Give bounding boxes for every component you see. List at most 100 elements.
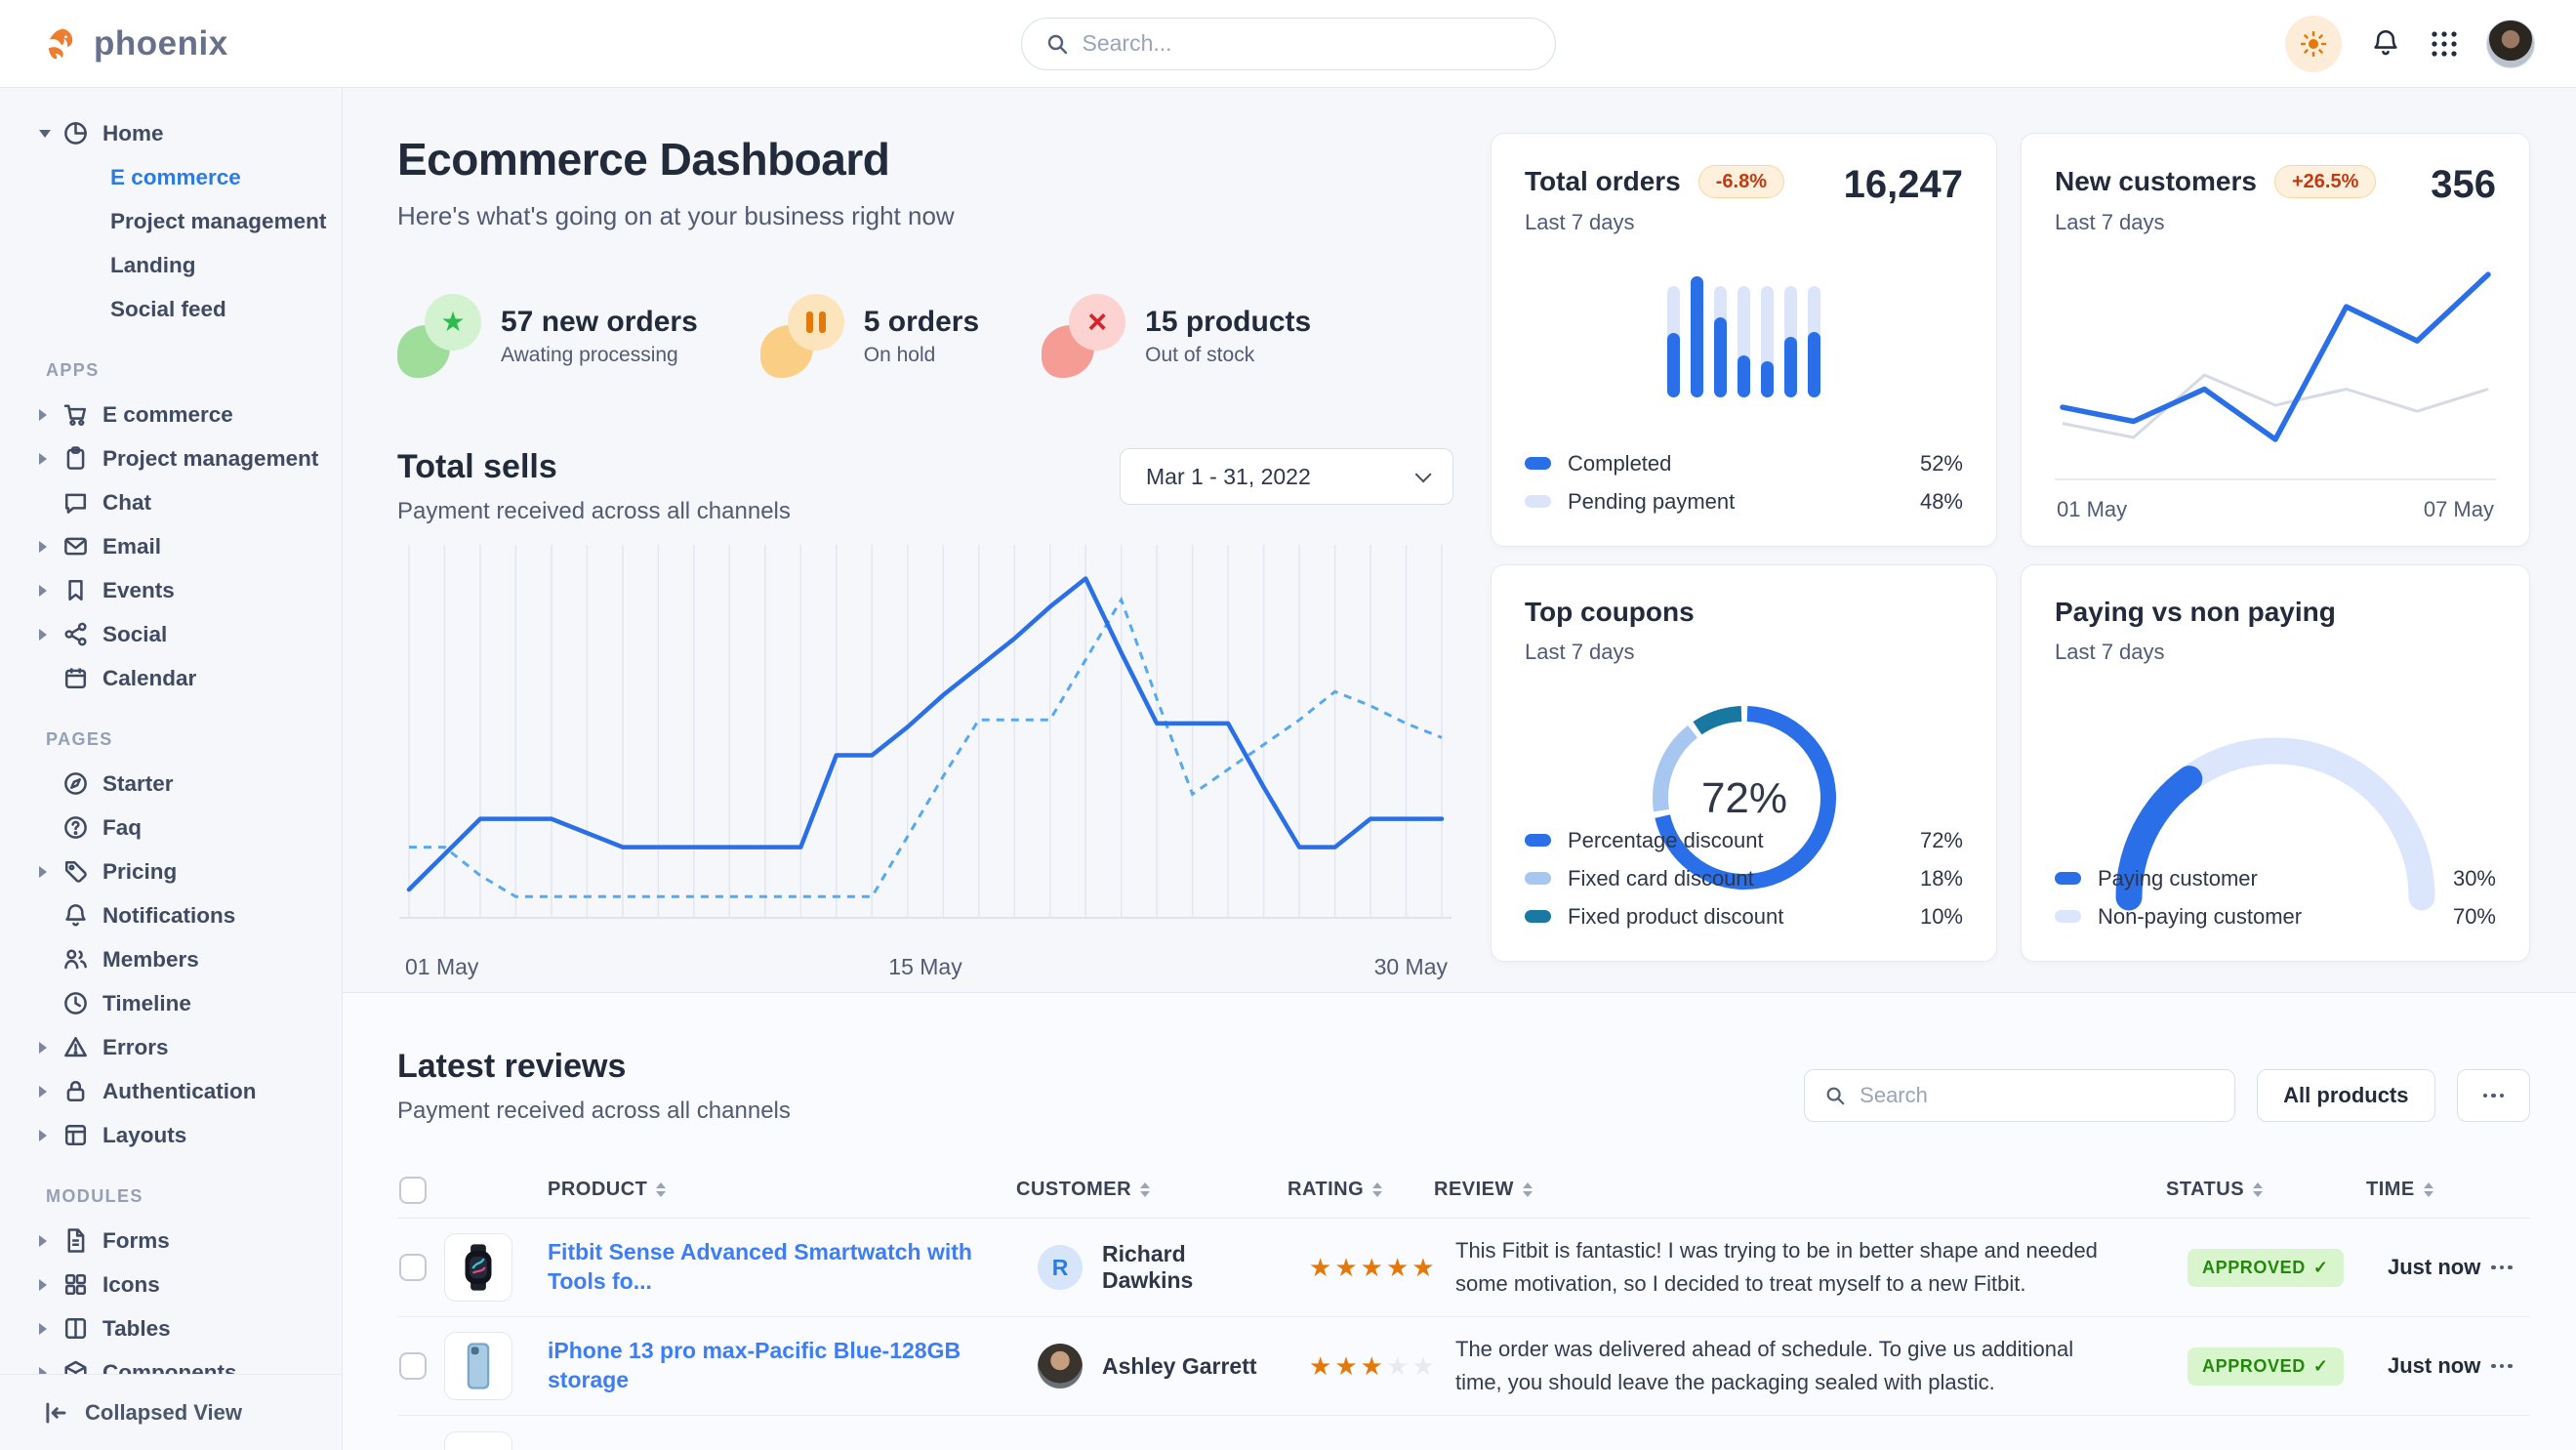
pie-chart-icon [62, 120, 89, 146]
select-all-checkbox[interactable] [399, 1177, 427, 1204]
cart-icon [62, 401, 89, 428]
product-link[interactable]: iPhone 13 pro max-Pacific Blue-128GB sto… [540, 1337, 1008, 1395]
sidebar-item-home[interactable]: Home [0, 111, 342, 155]
customer-avatar[interactable]: R [1038, 1245, 1083, 1290]
chevron-down-icon [39, 130, 62, 138]
sidebar-item-faq[interactable]: Faq [0, 806, 342, 849]
coupons-legend: Percentage discount72%Fixed card discoun… [1525, 821, 1963, 935]
customer-name: Richard Dawkins [1102, 1241, 1280, 1294]
product-image-cell [444, 1332, 540, 1400]
sidebar-item-calendar[interactable]: Calendar [0, 656, 342, 700]
sidebar-item-chat[interactable]: Chat [0, 480, 342, 524]
reviews-search[interactable] [1804, 1069, 2235, 1122]
cross-icon: × [1069, 294, 1125, 351]
chevron-right-icon [39, 1367, 62, 1375]
question-icon [62, 814, 89, 841]
column-header-rating[interactable]: RATING [1280, 1179, 1426, 1201]
legend-value: 48% [1920, 489, 1963, 515]
stat-icon [760, 294, 844, 378]
sidebar-item-pricing[interactable]: Pricing [0, 849, 342, 893]
sidebar-item-authentication[interactable]: Authentication [0, 1069, 342, 1113]
total-sells-chart: 01 May15 May30 May [397, 539, 1453, 980]
svg-text:01 May: 01 May [405, 954, 479, 979]
total-orders-card: Total orders -6.8% Last 7 days 16,247 Co… [1491, 133, 1997, 547]
global-search[interactable] [1021, 18, 1556, 70]
collapse-view-button[interactable]: Collapsed View [0, 1374, 342, 1450]
brand-logo[interactable]: phoenix [41, 24, 228, 63]
legend-label: Percentage discount [1568, 828, 1764, 853]
new-customers-value: 356 [2431, 163, 2496, 207]
chevron-right-icon [39, 409, 62, 421]
time-cell: Just now [2358, 1353, 2491, 1379]
status-label: APPROVED [2202, 1258, 2306, 1278]
sidebar-subitem-landing[interactable]: Landing [0, 243, 342, 287]
sidebar-item-label: Pricing [102, 859, 177, 885]
sidebar-item-email[interactable]: Email [0, 524, 342, 568]
paying-legend: Paying customer30%Non-paying customer70% [2055, 859, 2496, 935]
chevron-right-icon [39, 1042, 62, 1054]
column-header-product[interactable]: PRODUCT [540, 1179, 1008, 1201]
total-sells-title: Total sells [397, 448, 791, 486]
stat-text: 57 new ordersAwating processing [501, 306, 698, 367]
chevron-right-icon [39, 453, 62, 465]
sidebar-item-notifications[interactable]: Notifications [0, 893, 342, 937]
search-input[interactable] [1083, 30, 1532, 57]
row-checkbox[interactable] [399, 1352, 427, 1380]
stat-caption: On hold [864, 344, 979, 367]
reviews-search-input[interactable] [1860, 1083, 2215, 1108]
column-header-customer[interactable]: CUSTOMER [1008, 1179, 1280, 1201]
status-label: APPROVED [2202, 1356, 2306, 1377]
column-header-review[interactable]: REVIEW [1426, 1179, 2158, 1201]
sidebar-item-label: Project management [102, 446, 318, 472]
sidebar-item-label: Members [102, 947, 199, 973]
sidebar-item-starter[interactable]: Starter [0, 762, 342, 806]
product-link[interactable]: Fitbit Sense Advanced Smartwatch with To… [540, 1238, 1008, 1297]
row-menu-button[interactable] [2491, 1364, 2530, 1369]
orders-bar-chart [1525, 274, 1963, 397]
customer-avatar[interactable] [1038, 1344, 1083, 1388]
legend-value: 52% [1920, 451, 1963, 476]
orders-legend-item: Completed52% [1525, 444, 1963, 482]
top-coupons-card: Top coupons Last 7 days 72% Percentage d… [1491, 564, 1997, 962]
svg-text:30 May: 30 May [1374, 954, 1449, 979]
layout-icon [62, 1122, 89, 1148]
ellipsis-icon [2491, 1364, 2530, 1369]
search-icon [1045, 32, 1069, 56]
column-header-time[interactable]: TIME [2358, 1179, 2491, 1201]
sidebar-item-forms[interactable]: Forms [0, 1219, 342, 1263]
x-axis-start: 01 May [2057, 497, 2127, 522]
sidebar-item-components[interactable]: Components [0, 1350, 342, 1374]
column-header-status[interactable]: STATUS [2158, 1179, 2358, 1201]
reviews-more-button[interactable] [2457, 1069, 2531, 1122]
table-row: iPhone 13 pro max-Pacific Blue-128GB sto… [397, 1317, 2530, 1416]
sidebar-subitem-e-commerce[interactable]: E commerce [0, 155, 342, 199]
notifications-button[interactable] [2369, 27, 2402, 61]
sidebar-item-tables[interactable]: Tables [0, 1306, 342, 1350]
sidebar-item-social[interactable]: Social [0, 612, 342, 656]
row-checkbox[interactable] [399, 1254, 427, 1281]
sidebar-item-events[interactable]: Events [0, 568, 342, 612]
sidebar-item-errors[interactable]: Errors [0, 1025, 342, 1069]
date-range-select[interactable]: Mar 1 - 31, 2022 [1120, 448, 1453, 505]
sidebar-item-e-commerce[interactable]: E commerce [0, 393, 342, 436]
orders-bar [1761, 286, 1774, 397]
stat-icon: × [1042, 294, 1125, 378]
customer-cell: R Richard Dawkins [1008, 1241, 1280, 1294]
sidebar-item-members[interactable]: Members [0, 937, 342, 981]
row-menu-button[interactable] [2491, 1265, 2530, 1270]
product-image [444, 1233, 512, 1302]
stat-value: 5 orders [864, 306, 979, 339]
sidebar-item-timeline[interactable]: Timeline [0, 981, 342, 1025]
reviews-title: Latest reviews [397, 1048, 791, 1086]
sidebar-subitem-project-management[interactable]: Project management [0, 199, 342, 243]
sidebar-item-icons[interactable]: Icons [0, 1263, 342, 1306]
user-avatar[interactable] [2486, 20, 2535, 68]
reviews-table-header: PRODUCTCUSTOMERRATINGREVIEWSTATUSTIME [397, 1162, 2530, 1219]
apps-menu-button[interactable] [2430, 29, 2459, 59]
sidebar-item-project-management[interactable]: Project management [0, 436, 342, 480]
sidebar-subitem-social-feed[interactable]: Social feed [0, 287, 342, 331]
all-products-button[interactable]: All products [2257, 1069, 2434, 1122]
theme-toggle-button[interactable] [2285, 16, 2342, 72]
chevron-right-icon [39, 1279, 62, 1291]
sidebar-item-layouts[interactable]: Layouts [0, 1113, 342, 1157]
